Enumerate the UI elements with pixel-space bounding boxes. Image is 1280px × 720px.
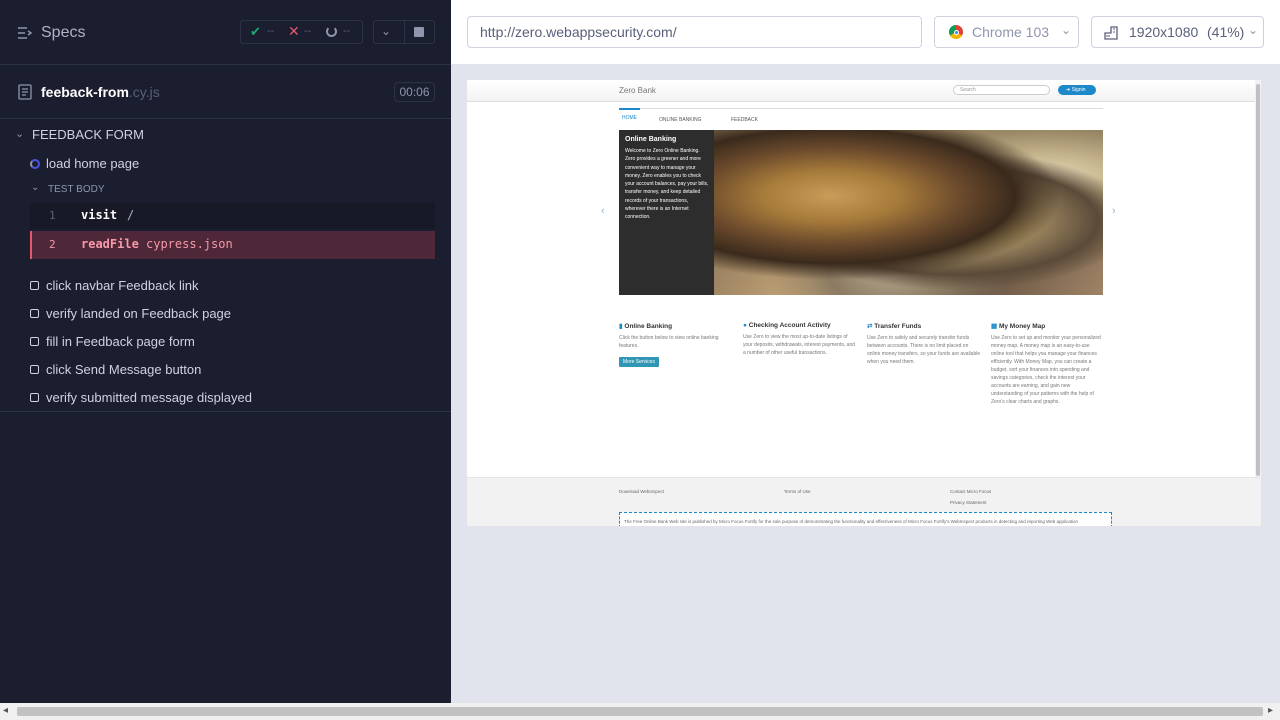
zb-feature-title: Transfer Funds (874, 323, 922, 330)
zb-feature-title: Checking Account Activity (748, 322, 831, 329)
browser-label: Chrome 103 (972, 24, 1050, 40)
chevron-down-icon: ⌄ (1248, 23, 1259, 37)
suite-title[interactable]: FEEDBACK FORM (32, 127, 144, 142)
test-body-label[interactable]: TEST BODY (48, 184, 105, 195)
passed-count: -- (267, 25, 275, 37)
spec-file-basename: feeback-from (41, 84, 129, 100)
specs-menu-icon[interactable] (17, 26, 33, 40)
zb-disclaimer: The Free Online Bank Web site is publish… (619, 512, 1112, 526)
zb-feature-transfer: ⇄ Transfer Funds Use Zero to safely and … (867, 322, 982, 366)
carousel-prev-icon[interactable]: ‹ (601, 205, 605, 217)
url-bar[interactable]: http://zero.webappsecurity.com/ (467, 16, 922, 48)
zb-feature-text: Use Zero to safely and securely transfer… (867, 335, 981, 365)
zb-tab-home[interactable]: HOME (622, 115, 637, 121)
zb-tab-feedback[interactable]: FEEDBACK (731, 117, 758, 123)
test-body-collapse-icon[interactable]: ⌄ (31, 182, 39, 193)
aut-toolbar: http://zero.webappsecurity.com/ Chrome 1… (451, 0, 1280, 64)
zb-footer-link[interactable]: Download WebInspect (619, 489, 664, 494)
zb-more-services-button[interactable]: More Services (619, 357, 659, 367)
command-name: visit (81, 208, 118, 222)
failed-icon: ✕ (288, 23, 300, 39)
spec-file-name[interactable]: feeback-from.cy.js (41, 84, 160, 100)
carousel-next-icon[interactable]: › (1112, 205, 1116, 217)
command-arg: / (127, 208, 135, 222)
viewport-selector[interactable]: 1920x1080 (41%) ⌄ (1091, 16, 1264, 48)
zb-hero-title: Online Banking (625, 136, 677, 143)
stop-icon[interactable] (414, 27, 424, 37)
zb-feature-title: My Money Map (998, 323, 1046, 330)
zb-navbar (467, 80, 1261, 102)
zb-footer: Download WebInspect Terms of Use Contact… (467, 477, 1261, 526)
zb-feature-money-map: ▦ My Money Map Use Zero to set up and mo… (991, 322, 1103, 406)
pending-test-icon (30, 393, 39, 402)
aut-iframe: Zero Bank Search ➔ Signin HOME ONLINE BA… (467, 80, 1261, 526)
pending-test-icon (30, 309, 39, 318)
zb-footer-link[interactable]: Contact Micro Focus (950, 489, 991, 494)
viewport-size: 1920x1080 (1129, 24, 1199, 40)
command-number: 2 (49, 238, 56, 251)
running-spinner-icon (30, 159, 40, 169)
viewport-scale: (41%) (1207, 24, 1245, 40)
zb-search-input[interactable]: Search (953, 85, 1050, 95)
pending-count: -- (343, 25, 351, 37)
zb-feature-checking: ● Checking Account Activity Use Zero to … (743, 322, 858, 357)
test-title[interactable]: verify landed on Feedback page (46, 306, 231, 321)
command-number: 1 (49, 209, 56, 222)
chevron-down-icon: ⌄ (1061, 23, 1072, 37)
zb-feature-online-banking: ▮ Online Banking Click the button below … (619, 322, 734, 368)
file-icon (18, 84, 32, 100)
calendar-icon: ▦ (991, 323, 998, 330)
ruler-icon (1104, 25, 1119, 43)
pending-test-icon (30, 337, 39, 346)
command-name: readFile (81, 237, 139, 251)
command-arg: cypress.json (146, 237, 233, 251)
command-row-failed[interactable]: 2 readFile cypress.json (30, 231, 435, 259)
pending-test-icon (30, 281, 39, 290)
browser-selector[interactable]: Chrome 103 ⌄ (934, 16, 1079, 48)
test-title[interactable]: fill in Feedback page form (46, 334, 195, 349)
zb-feature-text: Click the button below to view online ba… (619, 335, 719, 349)
test-title[interactable]: click navbar Feedback link (46, 278, 198, 293)
chevron-down-icon[interactable]: ⌄ (381, 24, 391, 38)
run-controls: ⌄ (373, 20, 435, 44)
zb-hero-caption: Online Banking Welcome to Zero Online Ba… (619, 130, 714, 295)
test-title[interactable]: verify submitted message displayed (46, 390, 252, 405)
scroll-left-icon[interactable]: ◂ (3, 705, 8, 716)
spec-duration: 00:06 (394, 82, 435, 102)
pending-icon (326, 26, 337, 37)
specs-title[interactable]: Specs (41, 24, 85, 42)
zb-signin-button[interactable]: ➔ Signin (1058, 85, 1096, 95)
zb-feature-text: Use Zero to set up and monitor your pers… (991, 335, 1101, 405)
spec-file-ext: .cy.js (128, 84, 160, 100)
zb-feature-text: Use Zero to view the most up-to-date lis… (743, 334, 855, 356)
passed-icon: ✔ (250, 24, 261, 39)
zb-footer-link[interactable]: Terms of Use (784, 489, 811, 494)
command-row[interactable]: 1 visit / (30, 203, 435, 229)
zb-footer-link[interactable]: Privacy Statement (950, 500, 987, 505)
user-icon: ● (743, 322, 747, 329)
test-title[interactable]: load home page (46, 156, 139, 171)
pending-test-icon (30, 365, 39, 374)
scroll-right-icon[interactable]: ▸ (1268, 705, 1273, 716)
zb-signin-label: Signin (1071, 87, 1086, 93)
scrollbar-thumb[interactable] (17, 707, 1263, 716)
zb-hero-image (714, 130, 1103, 295)
bookmark-icon: ▮ (619, 323, 623, 330)
zb-tab-online-banking[interactable]: ONLINE BANKING (659, 117, 702, 123)
signin-icon: ➔ (1066, 87, 1071, 93)
suite-collapse-icon[interactable]: ⌄ (15, 127, 24, 140)
stats-group: ✔ -- ✕ -- -- (240, 20, 363, 44)
failed-count: -- (304, 25, 312, 37)
aut-panel: http://zero.webappsecurity.com/ Chrome 1… (451, 0, 1280, 703)
zb-brand[interactable]: Zero Bank (619, 86, 656, 95)
shuffle-icon: ⇄ (867, 323, 873, 330)
zb-feature-title: Online Banking (624, 323, 673, 330)
test-title[interactable]: click Send Message button (46, 362, 201, 377)
zb-hero-text: Welcome to Zero Online Banking. Zero pro… (625, 148, 709, 221)
reporter-panel: Specs ✔ -- ✕ -- -- ⌄ feeback-from.cy.js … (0, 0, 451, 703)
horizontal-scrollbar[interactable]: ◂ ▸ (0, 703, 1280, 720)
